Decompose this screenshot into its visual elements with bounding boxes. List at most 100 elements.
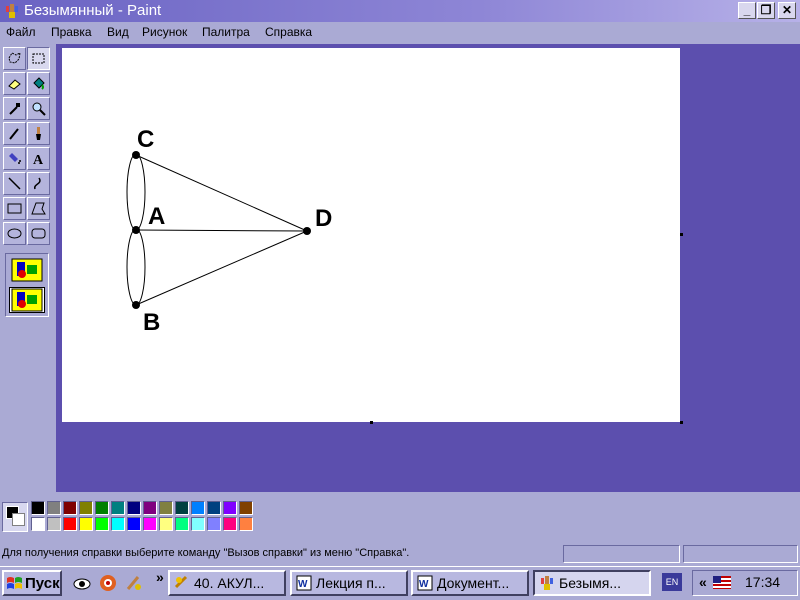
rectangle-tool[interactable] [3,197,26,220]
ellipse-tool[interactable] [3,222,26,245]
restore-button[interactable]: ❐ [757,2,775,19]
fill-tool[interactable] [27,72,50,95]
quicklaunch-overflow-icon[interactable]: » [156,569,164,585]
palette-swatch[interactable] [207,501,221,515]
polygon-icon [31,202,46,215]
palette-swatch[interactable] [143,501,157,515]
brush-tool[interactable] [27,122,50,145]
palette-swatch[interactable] [127,501,141,515]
palette-swatch[interactable] [207,517,221,531]
edge-b-d [135,230,308,306]
rounded-rect-icon [31,228,46,239]
palette-swatch[interactable] [191,501,205,515]
paint-quicklaunch-icon[interactable] [124,573,144,593]
menu-view[interactable]: Вид [107,24,129,40]
task-button-2[interactable]: W Лекция п... [290,570,408,596]
palette-swatch[interactable] [239,517,253,531]
task-label-4: Безымя... [559,575,622,591]
palette-swatch[interactable] [47,501,61,515]
palette-swatch[interactable] [239,501,253,515]
menu-edit[interactable]: Правка [51,24,92,40]
text-tool[interactable]: A [27,147,50,170]
rect-select-tool[interactable] [27,47,50,70]
free-select-tool[interactable] [3,47,26,70]
edge-a-d [135,229,308,232]
tool-options [5,253,49,317]
word-doc-icon: W [417,575,433,591]
palette-swatch[interactable] [95,501,109,515]
curve-icon [34,177,41,190]
paint-app-icon [6,4,18,18]
task-button-3[interactable]: W Документ... [411,570,529,596]
palette-swatch[interactable] [63,517,77,531]
color-picker-tool[interactable] [3,97,26,120]
palette-swatch[interactable] [223,501,237,515]
minimize-icon: _ [743,3,751,17]
menu-file[interactable]: Файл [6,24,36,40]
title-bar: Безымянный - Paint _ ❐ ✕ [0,0,800,22]
loop-c-a [126,153,146,231]
palette-swatch[interactable] [111,517,125,531]
paint-bucket-icon [33,77,45,90]
language-indicator[interactable]: EN [662,573,682,591]
airbrush-tool[interactable] [3,147,26,170]
start-button[interactable]: Пуск [2,570,62,596]
label-d: D [315,205,332,232]
menu-image[interactable]: Рисунок [142,24,187,40]
menu-palette[interactable]: Палитра [202,24,250,40]
current-colors [2,502,28,532]
eye-icon[interactable] [72,573,92,593]
palette-swatch[interactable] [111,501,125,515]
status-size-panel [683,545,798,563]
text-icon: A [33,153,44,166]
polygon-tool[interactable] [27,197,50,220]
palette-swatch[interactable] [79,501,93,515]
close-icon: ✕ [781,3,793,17]
label-a: A [148,203,165,230]
toolbox: A [0,44,54,492]
task-label-2: Лекция п... [316,575,386,591]
palette-swatch[interactable] [79,517,93,531]
rectangle-icon [7,203,22,214]
minimize-button[interactable]: _ [738,2,756,19]
task-button-4[interactable]: Безымя... [533,570,651,596]
menu-help[interactable]: Справка [265,24,312,40]
palette-swatch[interactable] [31,501,45,515]
curve-tool[interactable] [27,172,50,195]
rounded-rect-tool[interactable] [27,222,50,245]
palette-swatch[interactable] [127,517,141,531]
palette-swatch[interactable] [47,517,61,531]
resize-handle-bottom[interactable] [370,421,373,424]
eraser-tool[interactable] [3,72,26,95]
label-c: C [137,126,154,153]
transparent-shapes-icon [11,288,43,312]
pencil-icon [9,128,19,140]
palette-swatch[interactable] [175,501,189,515]
palette-swatch[interactable] [191,517,205,531]
drawing-canvas[interactable]: C A D B [62,48,680,422]
palette-swatch[interactable] [63,501,77,515]
svg-text:W: W [298,579,308,590]
browser-icon[interactable] [98,573,118,593]
close-button[interactable]: ✕ [778,2,796,19]
transparent-option[interactable] [9,287,45,313]
palette-swatch[interactable] [223,517,237,531]
task-label-1: 40. АКУЛ... [194,575,265,591]
task-button-1[interactable]: 40. АКУЛ... [168,570,286,596]
palette-swatch[interactable] [143,517,157,531]
magnifier-tool[interactable] [27,97,50,120]
opaque-option[interactable] [9,257,45,283]
system-tray: « 17:34 [692,570,798,596]
palette-swatch[interactable] [31,517,45,531]
resize-handle-right[interactable] [680,233,683,236]
pencil-tool[interactable] [3,122,26,145]
magnifier-icon [32,102,46,116]
palette-swatch[interactable] [175,517,189,531]
palette-swatch[interactable] [159,501,173,515]
palette-swatch[interactable] [95,517,109,531]
palette-swatch[interactable] [159,517,173,531]
line-tool[interactable] [3,172,26,195]
resize-handle-corner[interactable] [680,421,683,424]
tray-expand-arrow[interactable]: « [699,574,707,590]
flag-icon[interactable] [713,576,731,589]
